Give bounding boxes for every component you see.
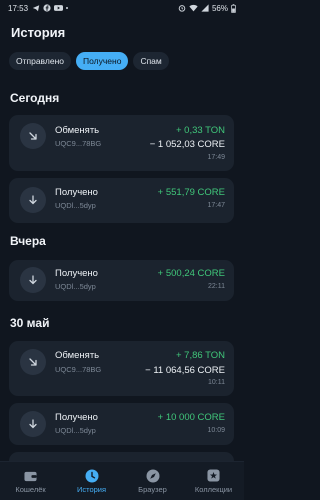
youtube-icon: [54, 5, 64, 11]
amount-received: + 551,79 CORE: [157, 187, 225, 198]
transaction-time: 17:49: [207, 154, 225, 161]
transaction-type: Получено: [55, 268, 98, 279]
transaction-type: Получено: [55, 187, 98, 198]
transaction-address: UQDl...5dyp: [55, 282, 96, 291]
facebook-icon: [43, 4, 51, 12]
transaction-address: UQDl...5dyp: [55, 426, 96, 435]
notification-icons: [32, 4, 69, 12]
amount-received: + 500,24 CORE: [157, 268, 225, 279]
transaction-row-received[interactable]: Получено UQDl...5dyp + 500,24 CORE 22:11: [9, 260, 234, 301]
transaction-row-swap[interactable]: Обменять UQC9...78BG + 7,86 TON − 11 064…: [9, 341, 234, 396]
transaction-card[interactable]: Обменять UQC9...78BG + 7,86 TON − 11 064…: [9, 341, 234, 396]
tab-spam[interactable]: Спам: [133, 52, 169, 70]
nav-wallet[interactable]: Кошелёк: [0, 462, 61, 500]
page-title: История: [11, 25, 66, 40]
compass-icon: [145, 468, 160, 483]
transaction-time: 17:47: [207, 202, 225, 209]
nav-collections[interactable]: Коллекции: [183, 462, 244, 500]
section-title-30-may: 30 май: [10, 316, 50, 330]
nav-browser[interactable]: Браузер: [122, 462, 183, 500]
alarm-icon: [178, 5, 186, 12]
more-notifications-dot: [66, 7, 69, 9]
swap-icon: [20, 123, 46, 149]
amount-received: + 10 000 CORE: [157, 412, 225, 423]
amount-sent: − 11 064,56 CORE: [145, 365, 225, 376]
transaction-time: 10:09: [207, 427, 225, 434]
signal-icon: [201, 4, 209, 12]
transaction-type: Обменять: [55, 350, 100, 361]
transaction-time: 22:11: [208, 283, 225, 290]
telegram-icon: [32, 5, 40, 12]
nav-collections-label: Коллекции: [194, 485, 233, 494]
transaction-row-received[interactable]: Получено UQDl...5dyp + 10 000 CORE 10:09: [9, 403, 234, 445]
transaction-card[interactable]: Получено UQDl...5dyp + 500,24 CORE 22:11: [9, 260, 234, 301]
section-title-yesterday: Вчера: [10, 234, 46, 248]
amount-received: + 0,33 TON: [175, 125, 225, 136]
wifi-icon: [189, 4, 198, 12]
swap-icon: [20, 349, 46, 375]
battery-percent: 56%: [211, 3, 228, 13]
transaction-type: Получено: [55, 412, 98, 423]
filter-tabs: Отправлено Получено Спам: [9, 52, 169, 70]
battery-icon: [231, 3, 236, 13]
transaction-type: Обменять: [55, 125, 100, 136]
tab-sent[interactable]: Отправлено: [9, 52, 71, 70]
receive-icon: [20, 187, 46, 213]
transaction-time: 10:11: [208, 379, 225, 386]
transaction-card[interactable]: Получено UQDl...5dyp + 10 000 CORE 10:09: [9, 403, 234, 445]
transaction-card[interactable]: Обменять UQC9...78BG + 0,33 TON − 1 052,…: [9, 115, 234, 171]
status-time: 17:53: [8, 3, 29, 13]
collections-icon: [206, 468, 221, 483]
nav-history-label: История: [76, 485, 107, 494]
receive-icon: [20, 411, 46, 437]
transaction-row-swap[interactable]: Обменять UQC9...78BG + 0,33 TON − 1 052,…: [9, 115, 234, 171]
transaction-address: UQC9...78BG: [55, 365, 102, 374]
tab-received[interactable]: Получено: [76, 52, 129, 70]
section-title-today: Сегодня: [10, 91, 60, 105]
wallet-icon: [23, 468, 38, 483]
transaction-card[interactable]: Получено UQDl...5dyp + 551,79 CORE 17:47: [9, 178, 234, 223]
nav-wallet-label: Кошелёк: [15, 485, 46, 494]
transaction-address: UQDl...5dyp: [55, 201, 96, 210]
bottom-nav: Кошелёк История Браузер Коллекции: [0, 461, 244, 500]
transaction-row-received[interactable]: Получено UQDl...5dyp + 551,79 CORE 17:47: [9, 178, 234, 223]
amount-sent: − 1 052,03 CORE: [149, 139, 225, 150]
nav-history[interactable]: История: [61, 462, 122, 500]
history-icon: [84, 468, 99, 483]
transaction-address: UQC9...78BG: [55, 139, 102, 148]
receive-icon: [20, 267, 46, 293]
nav-browser-label: Браузер: [138, 485, 167, 494]
status-bar: 17:53 56%: [0, 0, 244, 16]
amount-received: + 7,86 TON: [175, 350, 225, 361]
